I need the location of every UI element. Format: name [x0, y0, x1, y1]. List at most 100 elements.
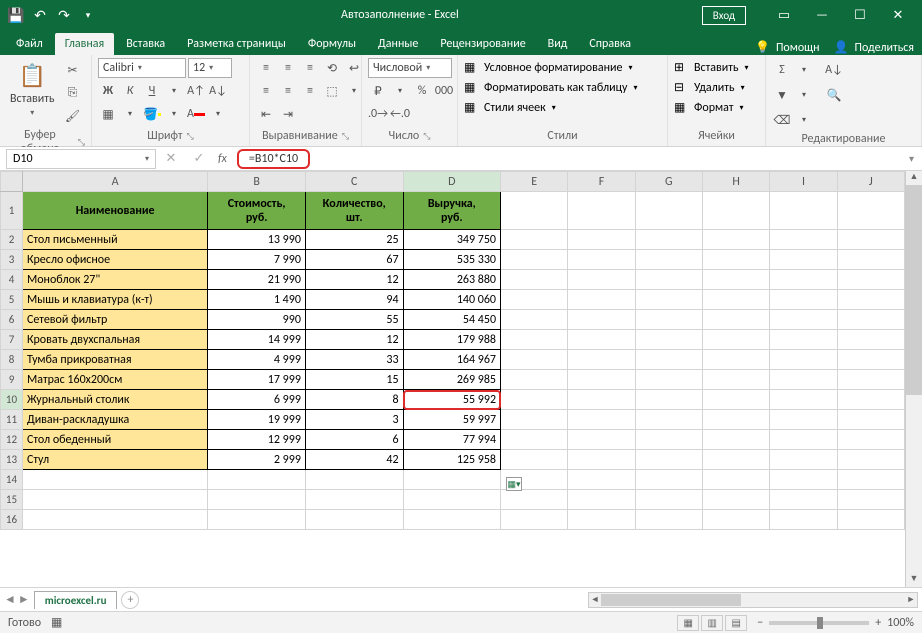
wrap-text-icon[interactable]: ↩ [344, 58, 364, 78]
share-icon[interactable]: 👤 [834, 40, 849, 55]
undo-icon[interactable]: ↶ [30, 5, 50, 25]
orientation-icon[interactable]: ⟲ [322, 58, 342, 78]
expand-formula-bar-icon[interactable]: ▾ [909, 152, 914, 165]
col-header-i[interactable]: I [770, 172, 837, 192]
cell[interactable]: 15 [305, 370, 403, 390]
cell[interactable]: Матрас 160x200см [22, 370, 207, 390]
tab-layout[interactable]: Разметка страницы [177, 33, 296, 55]
cell[interactable]: 179 988 [403, 330, 500, 350]
cell[interactable]: 1 490 [208, 290, 306, 310]
clear-icon[interactable]: ⌫ [772, 110, 792, 130]
row-header[interactable]: 13 [1, 450, 23, 470]
page-layout-view-icon[interactable]: ▥ [701, 615, 723, 631]
table-header[interactable]: Количество,шт. [305, 192, 403, 230]
cancel-formula-icon[interactable]: ✕ [162, 151, 180, 166]
cell[interactable]: 4 999 [208, 350, 306, 370]
percent-icon[interactable]: % [412, 81, 432, 101]
cell[interactable]: Диван-раскладушка [22, 410, 207, 430]
cell[interactable]: Моноблок 27" [22, 270, 207, 290]
align-top-icon[interactable]: ≡ [256, 58, 276, 78]
cell[interactable]: Кровать двухспальная [22, 330, 207, 350]
close-icon[interactable]: ✕ [880, 4, 916, 26]
share-label[interactable]: Поделиться [855, 41, 914, 55]
cell[interactable]: 12 999 [208, 430, 306, 450]
autofill-options-icon[interactable]: ▦▾ [506, 477, 522, 491]
cell[interactable]: 164 967 [403, 350, 500, 370]
tab-review[interactable]: Рецензирование [430, 33, 535, 55]
delete-cells-button[interactable]: ⊟Удалить▾ [674, 80, 745, 95]
table-header[interactable]: Выручка,руб. [403, 192, 500, 230]
maximize-icon[interactable]: ☐ [842, 4, 878, 26]
row-header[interactable]: 14 [1, 470, 23, 490]
worksheet-grid[interactable]: A B C D E F G H I J 1НаименованиеСтоимос… [0, 171, 922, 587]
zoom-slider[interactable] [769, 621, 869, 625]
cell[interactable]: 55 [305, 310, 403, 330]
align-left-icon[interactable]: ≡ [256, 81, 276, 101]
ribbon-options-icon[interactable]: ▭ [766, 4, 802, 26]
row-header[interactable]: 8 [1, 350, 23, 370]
col-header-d[interactable]: D [403, 172, 500, 192]
col-header-e[interactable]: E [501, 172, 568, 192]
cell[interactable]: 55 992 [403, 390, 500, 410]
cell[interactable]: 42 [305, 450, 403, 470]
tab-view[interactable]: Вид [538, 33, 578, 55]
insert-cells-button[interactable]: ⊞Вставить▾ [674, 60, 749, 75]
cell[interactable]: Журнальный столик [22, 390, 207, 410]
italic-button[interactable]: К [120, 81, 140, 101]
tab-help[interactable]: Справка [579, 33, 641, 55]
cell[interactable]: 19 999 [208, 410, 306, 430]
fill-icon[interactable]: ▼ [772, 85, 792, 105]
insert-function-icon[interactable]: fx [218, 152, 227, 166]
enter-formula-icon[interactable]: ✓ [190, 151, 208, 166]
zoom-level[interactable]: 100% [887, 616, 914, 630]
col-header-a[interactable]: A [22, 172, 207, 192]
grid-table[interactable]: A B C D E F G H I J 1НаименованиеСтоимос… [0, 171, 905, 530]
comma-icon[interactable]: 000 [434, 81, 454, 101]
cell-styles-button[interactable]: ▦Стили ячеек▾ [464, 100, 556, 115]
cell[interactable]: 21 990 [208, 270, 306, 290]
align-right-icon[interactable]: ≡ [300, 81, 320, 101]
decrease-indent-icon[interactable]: ⇤ [256, 104, 276, 124]
conditional-formatting-button[interactable]: ▦Условное форматирование▾ [464, 60, 632, 75]
cell[interactable]: 140 060 [403, 290, 500, 310]
tab-formulas[interactable]: Формулы [298, 33, 366, 55]
zoom-in-icon[interactable]: + [875, 616, 881, 630]
row-header[interactable]: 9 [1, 370, 23, 390]
row-header[interactable]: 10 [1, 390, 23, 410]
row-header[interactable]: 6 [1, 310, 23, 330]
qat-customize-icon[interactable]: ▾ [78, 5, 98, 25]
fill-color-icon[interactable]: 🪣 [142, 104, 162, 124]
copy-icon[interactable]: ⎘ [63, 83, 83, 103]
table-header[interactable]: Наименование [22, 192, 207, 230]
sheet-nav-next-icon[interactable]: ► [18, 592, 30, 607]
row-header[interactable]: 15 [1, 490, 23, 510]
clipboard-dialog-icon[interactable]: ⤡ [78, 137, 85, 148]
number-dialog-icon[interactable]: ⤡ [423, 131, 430, 142]
cell[interactable]: 54 450 [403, 310, 500, 330]
zoom-out-icon[interactable]: − [757, 616, 763, 630]
select-all-corner[interactable] [1, 172, 23, 192]
cell[interactable]: Стол письменный [22, 230, 207, 250]
align-bottom-icon[interactable]: ≡ [300, 58, 320, 78]
col-header-h[interactable]: H [703, 172, 770, 192]
font-name-combo[interactable]: Calibri▾ [98, 58, 186, 78]
font-color-icon[interactable]: A [186, 104, 206, 124]
cell[interactable]: 59 997 [403, 410, 500, 430]
borders-icon[interactable]: ▦ [98, 104, 118, 124]
new-sheet-icon[interactable]: + [121, 591, 139, 609]
sheet-nav-prev-icon[interactable]: ◄ [4, 592, 16, 607]
cell[interactable]: Стол обеденный [22, 430, 207, 450]
row-header[interactable]: 16 [1, 510, 23, 530]
cell[interactable]: 12 [305, 270, 403, 290]
cell[interactable]: Тумба прикроватная [22, 350, 207, 370]
col-header-g[interactable]: G [635, 172, 702, 192]
cell[interactable]: 12 [305, 330, 403, 350]
tab-home[interactable]: Главная [55, 33, 114, 55]
decrease-decimal-icon[interactable]: ←.0 [390, 104, 410, 124]
cut-icon[interactable]: ✂ [63, 60, 83, 80]
macro-record-icon[interactable]: ▦ [51, 615, 62, 630]
cell[interactable]: 17 999 [208, 370, 306, 390]
page-break-view-icon[interactable]: ▤ [725, 615, 747, 631]
autosum-icon[interactable]: Σ [772, 60, 792, 80]
cell[interactable]: 6 [305, 430, 403, 450]
